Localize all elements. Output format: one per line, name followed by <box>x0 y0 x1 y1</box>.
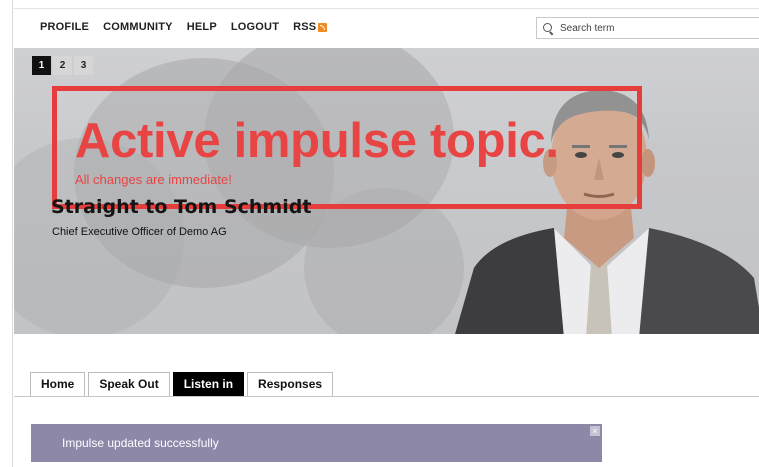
section-tabs: Home Speak Out Listen in Responses <box>30 372 334 396</box>
tab-home[interactable]: Home <box>30 372 86 396</box>
tabs-divider <box>14 396 759 397</box>
pager-page-1[interactable]: 1 <box>32 56 51 75</box>
menu-community[interactable]: COMMUNITY <box>103 21 173 33</box>
success-notice: Impulse updated successfully × <box>31 424 602 462</box>
impulse-headline: Active impulse topic. <box>75 114 559 168</box>
menu-help[interactable]: HELP <box>187 21 217 33</box>
menu-logout[interactable]: LOGOUT <box>231 21 279 33</box>
impulse-subline: All changes are immediate! <box>75 172 232 187</box>
banner-role: Chief Executive Officer of Demo AG <box>52 226 227 238</box>
menu-rss[interactable]: RSS <box>293 21 328 33</box>
close-icon[interactable]: × <box>590 426 600 436</box>
tab-listen-in[interactable]: Listen in <box>172 372 245 396</box>
banner-name-title: Straight to Tom Schmidt <box>51 196 312 218</box>
tab-speak-out[interactable]: Speak Out <box>88 372 170 396</box>
hero-banner: 1 2 3 Active impulse topic. All changes … <box>14 48 759 334</box>
rss-icon <box>318 22 328 32</box>
slide-pager: 1 2 3 <box>32 56 95 75</box>
search-input[interactable] <box>560 22 750 34</box>
menu-profile[interactable]: PROFILE <box>40 21 89 33</box>
tab-responses[interactable]: Responses <box>247 372 334 396</box>
pager-page-2[interactable]: 2 <box>53 56 72 75</box>
rss-label: RSS <box>293 21 317 33</box>
pager-page-3[interactable]: 3 <box>74 56 93 75</box>
top-menu: PROFILE COMMUNITY HELP LOGOUT RSS <box>40 21 328 33</box>
page-left-border <box>12 0 13 467</box>
search-icon <box>543 22 554 34</box>
notice-text: Impulse updated successfully <box>62 436 219 450</box>
search-box[interactable] <box>536 17 759 39</box>
